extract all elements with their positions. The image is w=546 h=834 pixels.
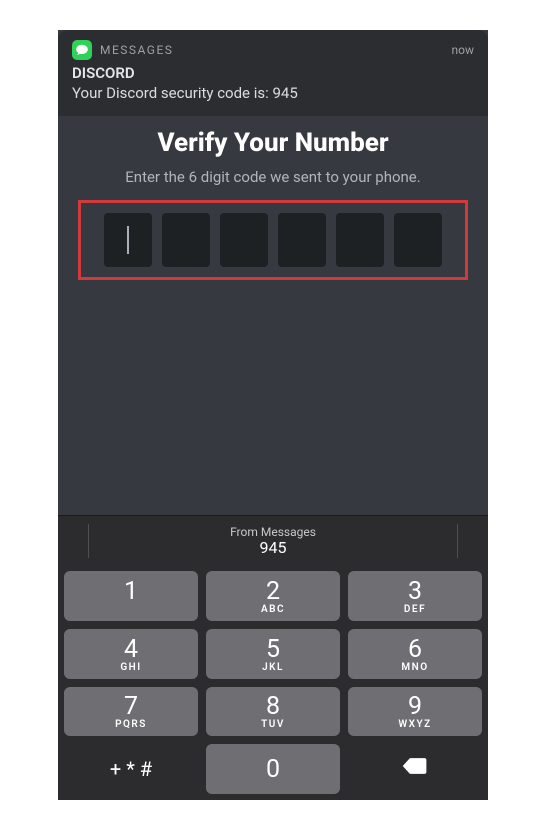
keypad-letters: ABC [261, 604, 285, 615]
autofill-suggestion[interactable]: From Messages 945 [230, 525, 316, 557]
keypad-key-6[interactable]: 6 MNO [348, 629, 482, 679]
keypad-letters: JKL [262, 662, 284, 673]
code-input-highlight-box [78, 200, 468, 280]
keyboard-suggestion-bar: From Messages 945 [58, 515, 488, 565]
keypad-key-backspace[interactable] [348, 744, 482, 794]
autofill-value: 945 [230, 538, 316, 557]
keypad-key-7[interactable]: 7 PQRS [64, 687, 198, 737]
keypad-digit: 9 [408, 692, 422, 721]
keypad-letters: GHI [120, 662, 141, 673]
keypad-digit: 3 [408, 577, 422, 606]
keypad-key-5[interactable]: 5 JKL [206, 629, 340, 679]
code-digit-1[interactable] [104, 213, 152, 267]
keypad-key-4[interactable]: 4 GHI [64, 629, 198, 679]
keypad-key-9[interactable]: 9 WXYZ [348, 687, 482, 737]
keypad-key-3[interactable]: 3 DEF [348, 571, 482, 621]
keypad-letters: PQRS [115, 719, 147, 730]
notification-banner[interactable]: MESSAGES now DISCORD Your Discord securi… [58, 30, 488, 116]
notification-time: now [452, 43, 475, 57]
keypad-digit: 4 [124, 635, 138, 664]
notification-sender: DISCORD [72, 64, 474, 82]
suggestion-divider [88, 524, 89, 558]
phone-screen: MESSAGES now DISCORD Your Discord securi… [58, 30, 488, 800]
keypad-digit: 1 [124, 577, 138, 606]
messages-app-icon [72, 40, 92, 60]
keypad-key-0[interactable]: 0 [206, 744, 340, 794]
code-digit-3[interactable] [220, 213, 268, 267]
suggestion-divider [457, 524, 458, 558]
keypad-digit: 7 [124, 692, 138, 721]
code-digit-6[interactable] [394, 213, 442, 267]
numeric-keypad: 1 2 ABC 3 DEF 4 GHI 5 JKL 6 MNO 7 PQRS 8 [58, 565, 488, 800]
notification-body: Your Discord security code is: 945 [72, 84, 474, 102]
keypad-letters: WXYZ [398, 719, 431, 730]
text-cursor [127, 226, 129, 254]
keypad-digit: 2 [266, 577, 280, 606]
keypad-digit: 8 [266, 692, 280, 721]
page-title: Verify Your Number [58, 128, 488, 158]
keypad-digit: 6 [408, 635, 422, 664]
page-subtitle: Enter the 6 digit code we sent to your p… [58, 168, 488, 186]
keypad-letters: MNO [401, 662, 428, 673]
keypad-key-8[interactable]: 8 TUV [206, 687, 340, 737]
keypad-letters: DEF [404, 604, 426, 615]
autofill-label: From Messages [230, 525, 316, 539]
keypad-digit: 5 [266, 635, 280, 664]
backspace-icon [401, 755, 429, 784]
keypad-key-symbols[interactable]: + * # [64, 744, 198, 794]
notification-header: MESSAGES now [72, 40, 474, 60]
keypad-key-1[interactable]: 1 [64, 571, 198, 621]
keypad-symbols-label: + * # [110, 757, 152, 781]
notification-app-label: MESSAGES [100, 43, 173, 57]
keypad-digit: 0 [266, 755, 280, 784]
keypad-key-2[interactable]: 2 ABC [206, 571, 340, 621]
code-digit-2[interactable] [162, 213, 210, 267]
code-digit-4[interactable] [278, 213, 326, 267]
keypad-letters: TUV [261, 719, 285, 730]
code-digit-5[interactable] [336, 213, 384, 267]
